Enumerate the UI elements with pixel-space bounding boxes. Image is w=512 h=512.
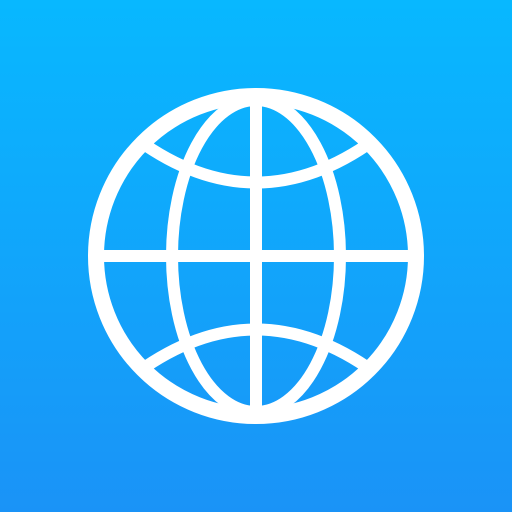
globe-icon [88,88,424,424]
app-icon[interactable] [0,0,512,512]
